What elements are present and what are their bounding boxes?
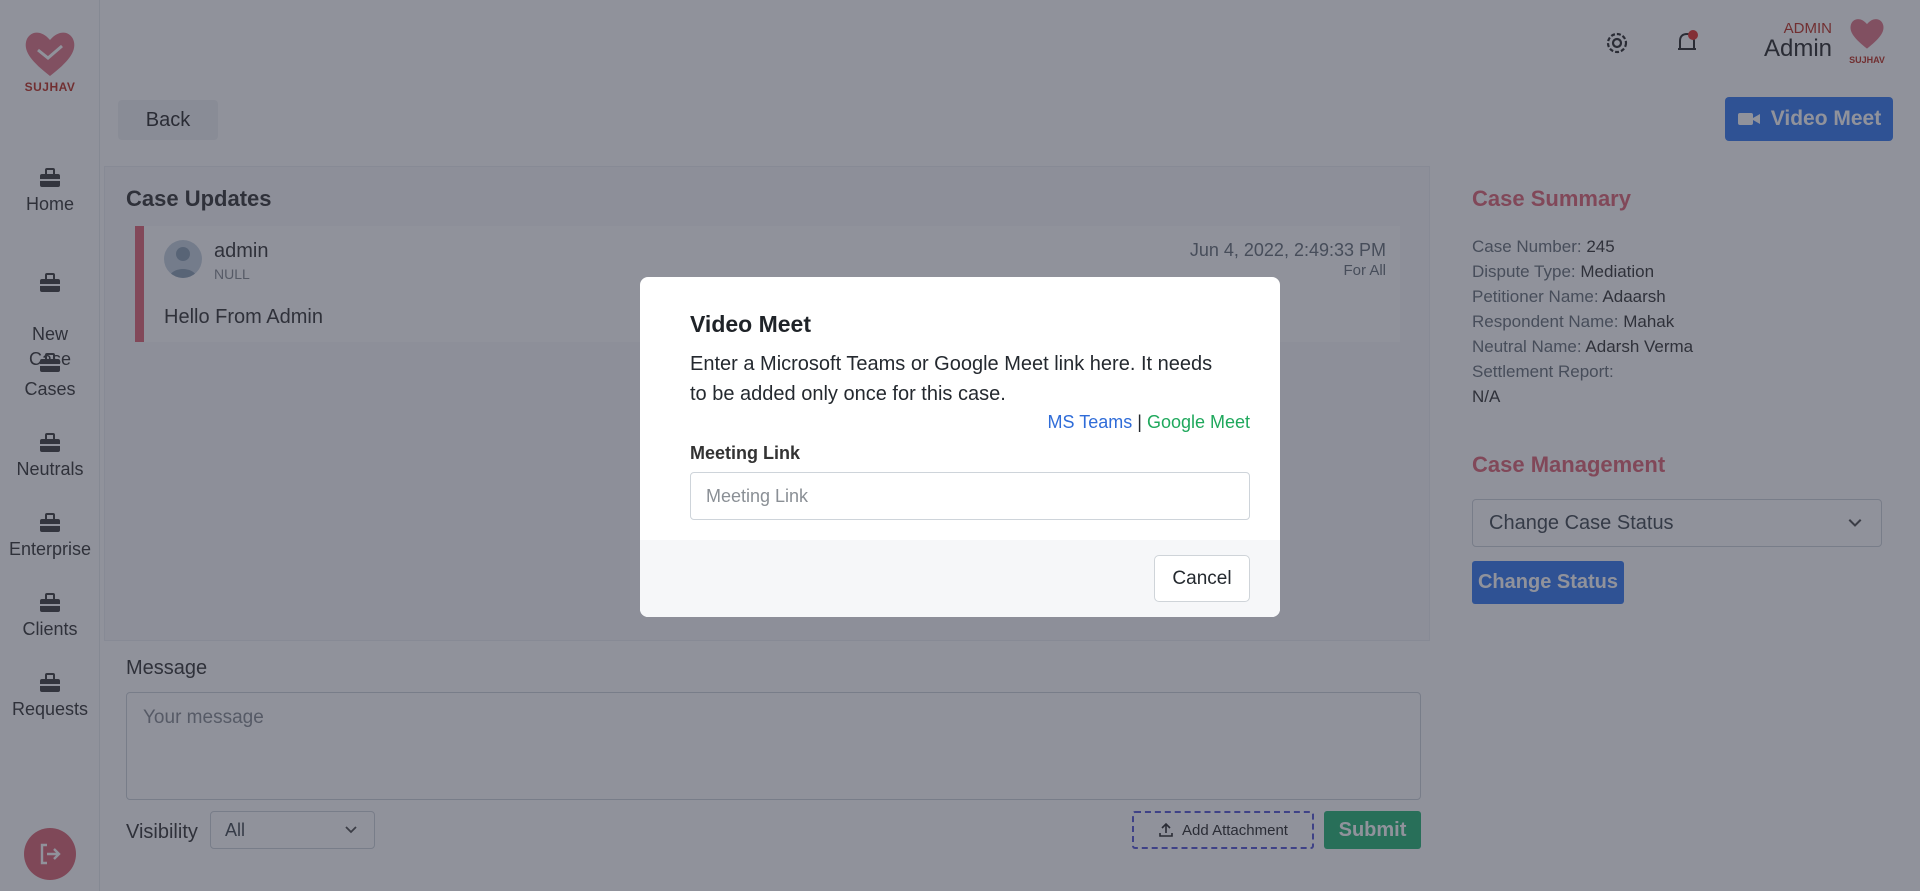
ms-teams-link[interactable]: MS Teams xyxy=(1048,412,1133,432)
meeting-link-label: Meeting Link xyxy=(690,443,801,463)
meeting-provider-links: MS Teams | Google Meet xyxy=(1048,412,1250,433)
cancel-button[interactable]: Cancel xyxy=(1154,555,1250,602)
modal-description: Enter a Microsoft Teams or Google Meet l… xyxy=(690,353,1213,405)
video-meet-modal: Video Meet Enter a Microsoft Teams or Go… xyxy=(640,277,1280,617)
meeting-link-input[interactable] xyxy=(690,472,1250,520)
modal-footer: Cancel xyxy=(640,540,1280,617)
link-separator: | xyxy=(1137,412,1142,432)
google-meet-link[interactable]: Google Meet xyxy=(1147,412,1250,432)
modal-title: Video Meet xyxy=(690,311,811,337)
